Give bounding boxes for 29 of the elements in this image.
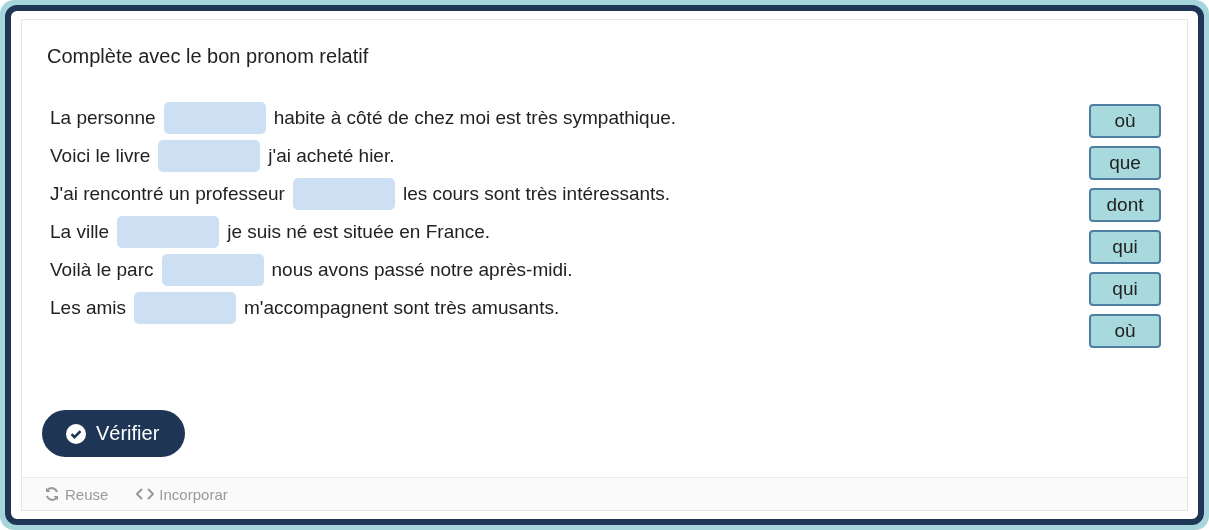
refresh-icon xyxy=(44,486,60,502)
sentence-text: nous avons passé notre après-midi. xyxy=(271,259,573,281)
sentence-text: J'ai rencontré un professeur xyxy=(50,183,285,205)
drop-zone[interactable] xyxy=(161,254,264,286)
sentence-text: j'ai acheté hier. xyxy=(268,145,395,167)
sentence-text: Les amis xyxy=(50,297,127,319)
drop-zone[interactable] xyxy=(134,292,237,324)
code-icon xyxy=(136,488,155,500)
sentence-text: La personne xyxy=(50,107,156,129)
drop-zone[interactable] xyxy=(292,178,395,210)
drop-zone[interactable] xyxy=(163,102,266,134)
word-chip[interactable]: que xyxy=(1089,146,1161,180)
word-chip[interactable]: qui xyxy=(1089,272,1161,306)
sentence-text: les cours sont très intéressants. xyxy=(402,183,671,205)
exercise-title: Complète avec le bon pronom relatif xyxy=(47,45,370,68)
sentence-text: Voici le livre xyxy=(50,145,151,167)
sentence-text: Voilà le parc xyxy=(50,259,154,281)
drop-zone[interactable] xyxy=(158,140,261,172)
drop-zone[interactable] xyxy=(117,216,220,248)
sentence-text: La ville xyxy=(50,221,110,243)
word-chip[interactable]: où xyxy=(1089,104,1161,138)
check-icon xyxy=(66,423,86,444)
sentence-text: m'accompagnent sont très amusants. xyxy=(244,297,560,319)
word-chip[interactable]: dont xyxy=(1089,188,1161,222)
word-chip[interactable]: où xyxy=(1089,314,1161,348)
sentence-text: je suis né est située en France. xyxy=(227,221,491,243)
check-button[interactable]: Vérifier xyxy=(42,410,186,457)
sentence-text: habite à côté de chez moi est très sympathique. xyxy=(273,107,677,129)
word-chip[interactable]: qui xyxy=(1089,230,1161,264)
